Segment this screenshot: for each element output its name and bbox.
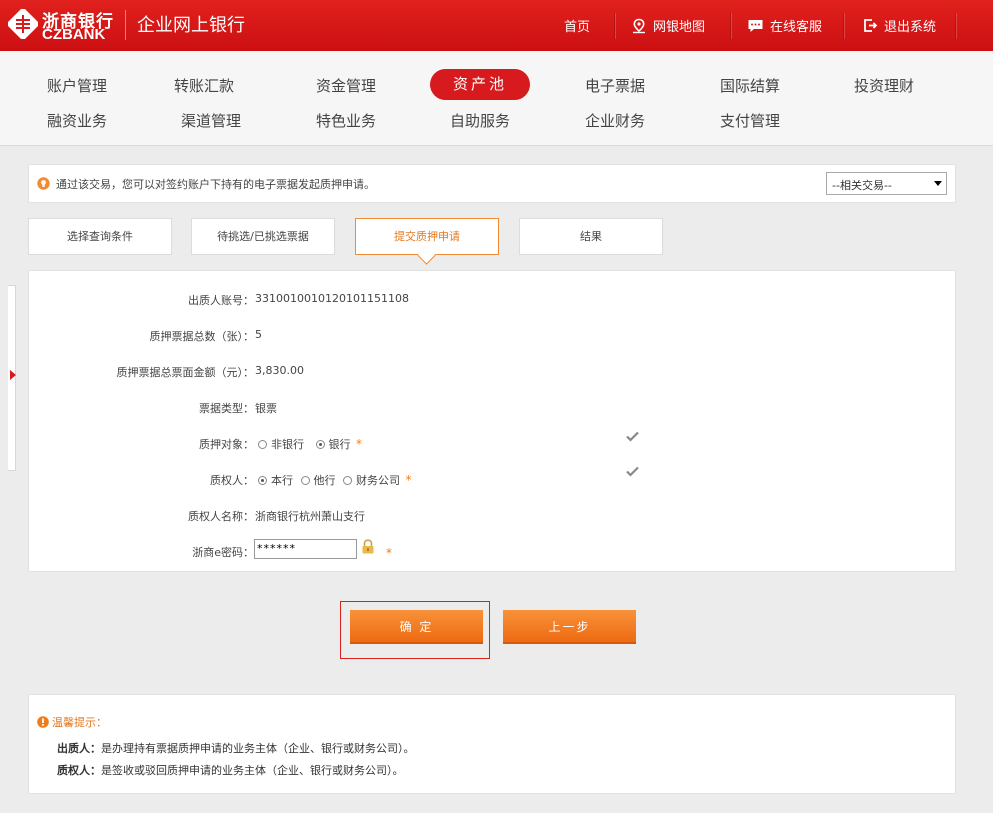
related-transactions-select[interactable]: --相关交易-- [826, 172, 947, 195]
radio-circle[interactable] [343, 476, 352, 485]
nav-separator [730, 13, 731, 39]
pledge-target-label: 质押对象： [199, 438, 254, 451]
tips-term-pledgee: 质权人： [57, 764, 101, 777]
checkmark-icon [626, 431, 639, 442]
radio-finance-company[interactable]: 财务公司 [343, 474, 400, 487]
menu-account-management[interactable]: 账户管理 [27, 75, 127, 96]
radio-other-bank[interactable]: 他行 [300, 474, 336, 487]
total-count-value: 5 [255, 328, 262, 341]
logo-name-en: CZBANK [42, 26, 106, 43]
radio-bank-label: 银行 [328, 438, 351, 451]
expand-arrow-icon[interactable] [10, 370, 16, 380]
menu-asset-pool[interactable]: 资产池 [430, 69, 530, 100]
menu-self-service[interactable]: 自助服务 [430, 110, 530, 131]
notice-text: 通过该交易，您可以对签约账户下持有的电子票据发起质押申请。 [56, 178, 375, 191]
warning-icon [37, 716, 49, 728]
pledgee-name-value: 浙商银行杭州萧山支行 [255, 510, 365, 523]
header-divider [125, 10, 126, 40]
step-submit-pledge-label: 提交质押申请 [394, 230, 460, 243]
menu-investment[interactable]: 投资理财 [834, 75, 934, 96]
tips-line-pledgor: 出质人：是办理持有票据质押申请的业务主体（企业、银行或财务公司）。 [57, 740, 415, 756]
tips-text-pledgor: 是办理持有票据质押申请的业务主体（企业、银行或财务公司）。 [101, 742, 415, 755]
nav-home-label: 首页 [564, 20, 591, 35]
nav-separator [614, 13, 615, 39]
nav-home[interactable]: 首页 [564, 0, 590, 51]
step-result[interactable]: 结果 [519, 218, 663, 255]
tips-title: 温馨提示： [52, 716, 107, 729]
pledgee-options: 本行 他行 财务公司 * [258, 472, 412, 488]
pledgor-account-value: 3310010010120101151108 [255, 292, 409, 305]
tips-line-pledgee: 质权人：是签收或驳回质押申请的业务主体（企业、银行或财务公司）。 [57, 762, 404, 778]
radio-other-bank-label: 他行 [313, 474, 336, 487]
nav-separator [955, 13, 956, 39]
radio-own-bank-label: 本行 [271, 474, 293, 487]
radio-own-bank[interactable]: 本行 [258, 474, 293, 487]
radio-non-bank[interactable]: 非银行 [258, 438, 304, 451]
checkmark-icon [626, 466, 639, 477]
menu-e-bill[interactable]: 电子票据 [565, 75, 665, 96]
password-label: 浙商e密码： [192, 546, 254, 559]
radio-circle[interactable] [300, 476, 310, 485]
total-amount-value: 3,830.00 [255, 364, 304, 377]
menu-corporate-finance[interactable]: 企业财务 [565, 110, 665, 131]
nav-logout[interactable]: 退出系统 [863, 0, 936, 51]
confirm-button[interactable]: 确 定 [350, 610, 483, 644]
required-mark: * [386, 546, 392, 560]
radio-finance-company-label: 财务公司 [356, 474, 400, 487]
czbank-logo-icon [8, 9, 38, 39]
bill-type-value: 银票 [255, 402, 277, 415]
nav-online-service[interactable]: 在线客服 [747, 0, 822, 51]
top-header: 浙商银行 CZBANK 企业网上银行 首页 网银地图 在线客服 退出系统 [0, 0, 993, 51]
menu-channel-management[interactable]: 渠道管理 [161, 110, 261, 131]
radio-bank[interactable]: 银行 [315, 438, 351, 451]
nav-online-service-label: 在线客服 [770, 20, 823, 35]
nav-site-map-label: 网银地图 [653, 20, 706, 35]
menu-financing[interactable]: 融资业务 [27, 110, 127, 131]
lightbulb-icon [37, 177, 50, 190]
tips-panel: 温馨提示： 出质人：是办理持有票据质押申请的业务主体（企业、银行或财务公司）。 … [28, 694, 956, 794]
step-select-query[interactable]: 选择查询条件 [28, 218, 172, 255]
notice-bar: 通过该交易，您可以对签约账户下持有的电子票据发起质押申请。 --相关交易-- [28, 164, 956, 203]
step-pick-bills[interactable]: 待挑选/已挑选票据 [191, 218, 335, 255]
radio-circle[interactable] [258, 440, 267, 449]
pledgor-account-label: 出质人账号： [188, 294, 254, 307]
required-mark: * [356, 437, 362, 451]
pledge-form-panel [28, 270, 956, 572]
pledgee-label: 质权人： [210, 474, 254, 487]
chat-icon [748, 19, 763, 32]
nav-site-map[interactable]: 网银地图 [631, 0, 705, 51]
total-count-label: 质押票据总数（张）： [149, 330, 255, 343]
menu-payment-management[interactable]: 支付管理 [700, 110, 800, 131]
pledge-target-options: 非银行 银行 * [258, 436, 362, 452]
step-submit-pledge[interactable]: 提交质押申请 [355, 218, 499, 265]
tips-text-pledgee: 是签收或驳回质押申请的业务主体（企业、银行或财务公司）。 [101, 764, 404, 777]
radio-circle-selected[interactable] [258, 476, 267, 485]
radio-non-bank-label: 非银行 [271, 438, 304, 451]
nav-separator [843, 13, 844, 39]
radio-circle-selected[interactable] [315, 440, 325, 449]
pledgee-name-label: 质权人名称： [188, 510, 254, 523]
password-input[interactable]: ****** [254, 539, 357, 559]
bank-logo[interactable]: 浙商银行 CZBANK [8, 7, 118, 43]
nav-logout-label: 退出系统 [884, 20, 937, 35]
main-menu: 账户管理 转账汇款 资金管理 资产池 电子票据 国际结算 投资理财 融资业务 渠… [0, 51, 993, 146]
tips-heading: 温馨提示： [37, 714, 107, 730]
chevron-down-icon [934, 181, 942, 186]
lock-icon[interactable] [361, 539, 375, 554]
bill-type-label: 票据类型： [199, 402, 254, 415]
total-amount-label: 质押票据总票面金额（元）： [116, 366, 255, 379]
map-pin-icon [633, 18, 645, 33]
app-title: 企业网上银行 [137, 15, 245, 36]
required-mark: * [405, 473, 412, 487]
previous-step-button[interactable]: 上一步 [503, 610, 636, 644]
related-transactions-value: --相关交易-- [832, 179, 892, 192]
menu-transfer[interactable]: 转账汇款 [154, 75, 254, 96]
step-active-pointer [417, 246, 436, 265]
menu-intl-settlement[interactable]: 国际结算 [700, 75, 800, 96]
tips-term-pledgor: 出质人： [57, 742, 101, 755]
menu-special-business[interactable]: 特色业务 [296, 110, 396, 131]
menu-fund-management[interactable]: 资金管理 [296, 75, 396, 96]
logout-icon [864, 19, 878, 32]
